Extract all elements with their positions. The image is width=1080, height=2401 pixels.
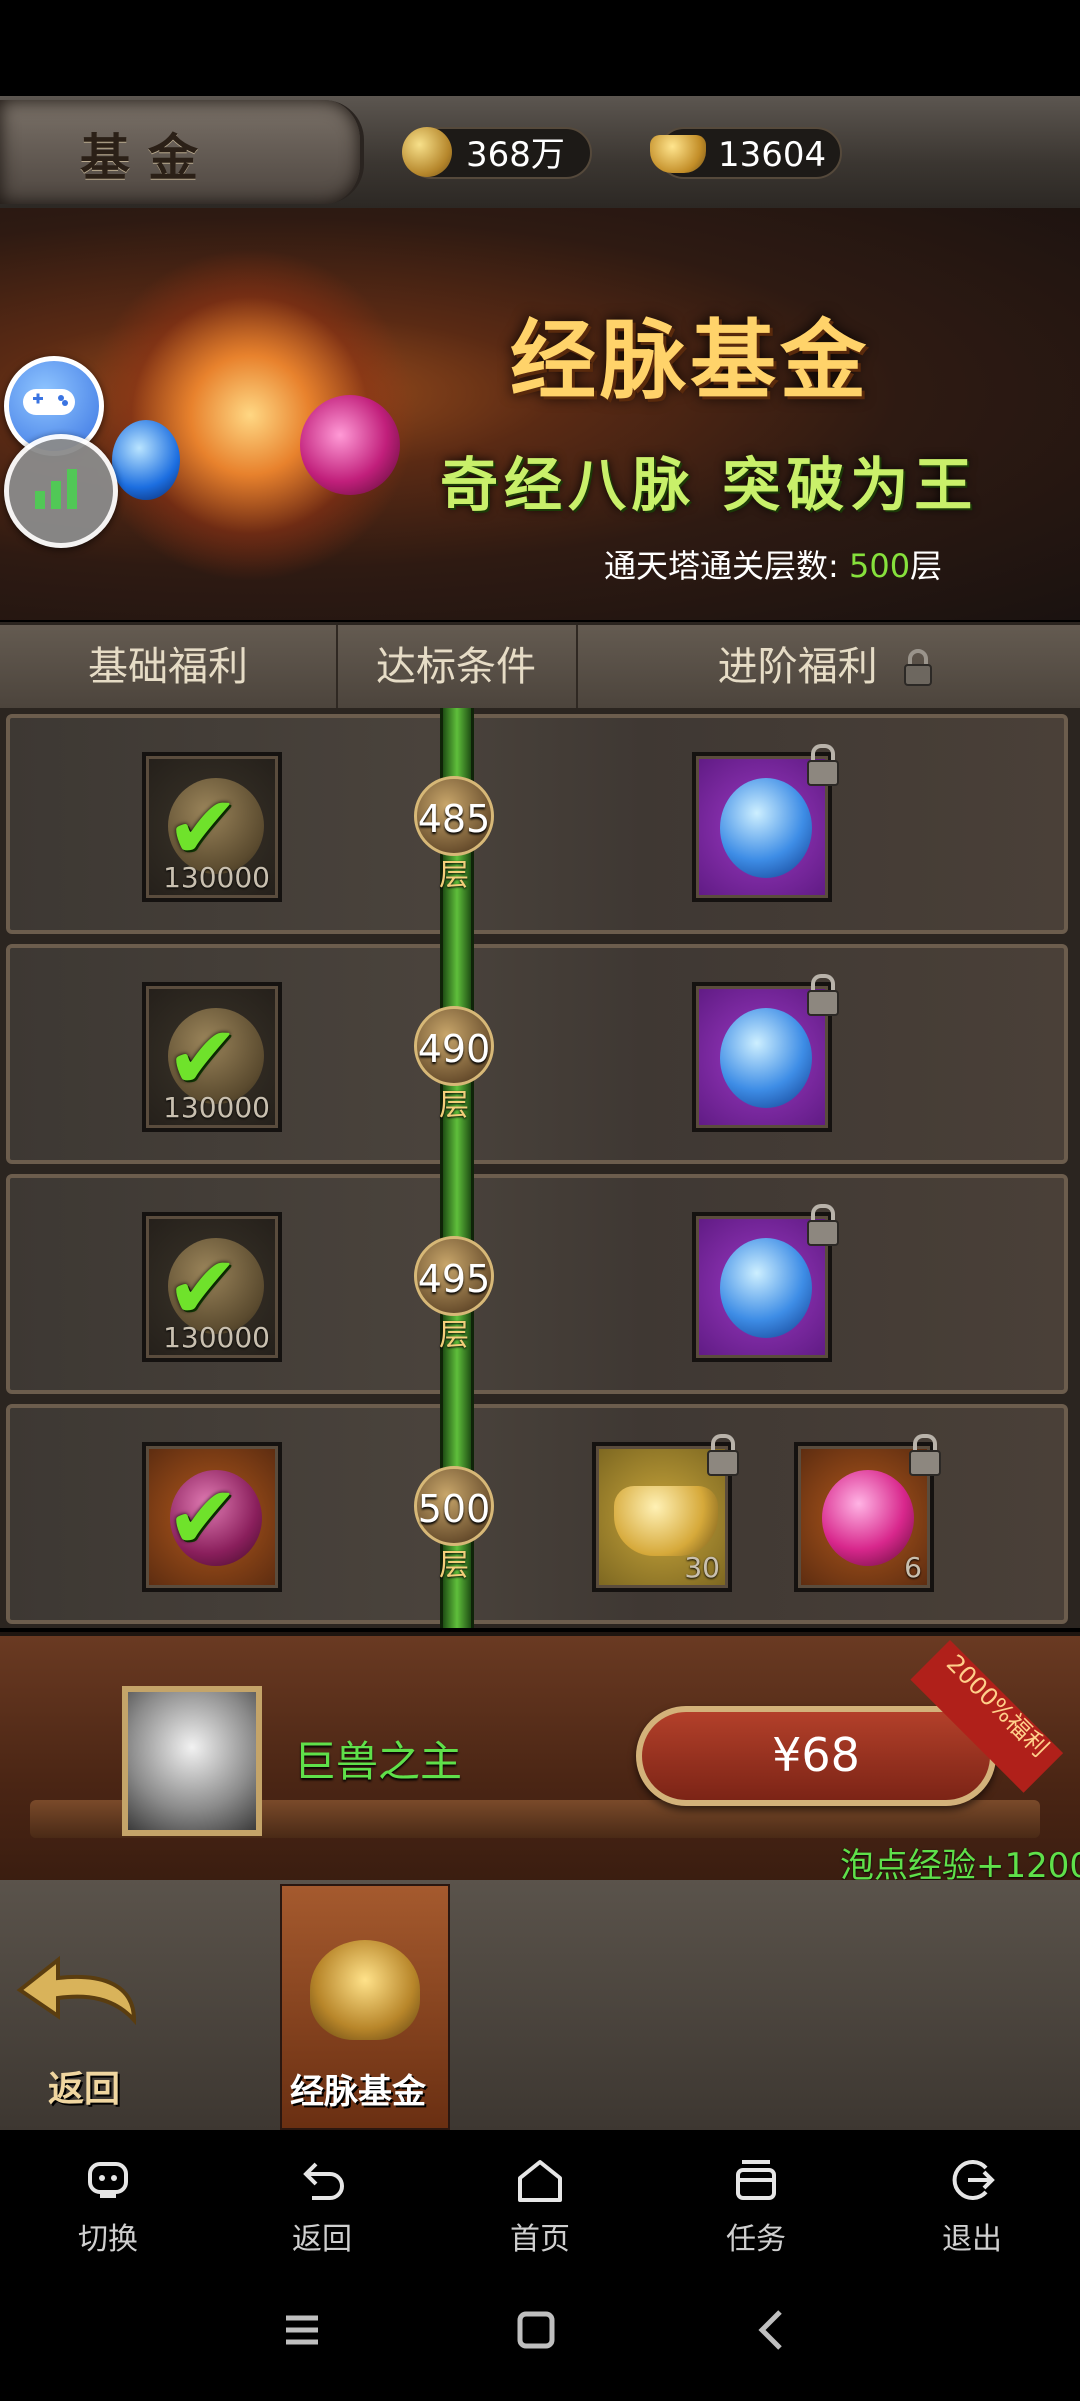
column-advanced: 进阶福利 [576, 625, 1080, 709]
network-float-button[interactable] [4, 434, 118, 548]
gold-ingot-icon [614, 1486, 718, 1556]
lock-icon [804, 1204, 839, 1246]
page-title: 基金 [80, 128, 216, 187]
system-back-button[interactable] [732, 2300, 812, 2360]
home-icon [460, 2150, 620, 2210]
level-number: 495 [414, 1236, 494, 1316]
back-arrow-icon [16, 1955, 137, 2026]
reward-quantity: 130000 [163, 1321, 270, 1354]
undo-icon [242, 2150, 402, 2210]
nav-switch[interactable]: 切换 [28, 2150, 188, 2258]
blue-orb-icon [720, 778, 812, 878]
basic-reward-slot[interactable]: ✔ 130000 [142, 982, 282, 1132]
gold-counter[interactable]: 368万 [402, 127, 592, 179]
level-unit: 层 [439, 858, 469, 893]
exit-icon [892, 2150, 1052, 2210]
banner-heading: 经脉基金 [510, 310, 870, 411]
blue-orb-icon [720, 1238, 812, 1338]
switch-icon [28, 2150, 188, 2210]
tower-label: 通天塔通关层数: [604, 547, 839, 585]
column-condition: 达标条件 [336, 625, 578, 709]
claimed-check-icon: ✔ [166, 1466, 240, 1569]
lock-icon [804, 744, 839, 786]
gamepad-icon [23, 389, 75, 415]
lock-icon [904, 649, 933, 686]
buy-button[interactable]: ¥68 [636, 1706, 996, 1806]
advanced-reward-slot[interactable]: 30 [592, 1434, 739, 1592]
reward-quantity: 6 [904, 1551, 922, 1584]
nav-home-label: 首页 [510, 2222, 570, 2257]
gold-amount: 368万 [466, 135, 565, 175]
basic-reward-slot[interactable]: ✔ [142, 1442, 282, 1592]
recent-apps-button[interactable] [262, 2300, 342, 2360]
advanced-reward-slot[interactable] [692, 974, 839, 1132]
level-number: 485 [414, 776, 494, 856]
system-home-button[interactable] [496, 2300, 576, 2360]
level-unit: 层 [439, 1088, 469, 1123]
level-marker: 495 层 [414, 1236, 494, 1354]
claimed-check-icon: ✔ [166, 1236, 240, 1339]
lock-icon [906, 1434, 941, 1476]
level-number: 490 [414, 1006, 494, 1086]
blue-orb-icon [720, 1008, 812, 1108]
basic-reward-slot[interactable]: ✔ 130000 [142, 752, 282, 902]
blue-orb-art [112, 420, 180, 500]
nav-home[interactable]: 首页 [460, 2150, 620, 2258]
advanced-reward-slot[interactable] [692, 1204, 839, 1362]
task-icon [676, 2150, 836, 2210]
banner-slogan: 奇经八脉 突破为王 [440, 451, 979, 519]
level-number: 500 [414, 1466, 494, 1546]
level-unit: 层 [439, 1548, 469, 1583]
reward-quantity: 130000 [163, 861, 270, 894]
column-headers: 基础福利 达标条件 进阶福利 [0, 622, 1080, 712]
column-basic: 基础福利 [0, 625, 338, 709]
advanced-reward-slot[interactable] [692, 744, 839, 902]
basic-reward-slot[interactable]: ✔ 130000 [142, 1212, 282, 1362]
lock-icon [704, 1434, 739, 1476]
ingot-icon [650, 135, 706, 173]
boss-portrait[interactable] [122, 1686, 262, 1836]
nav-back-label: 返回 [292, 2222, 352, 2257]
ingot-amount: 13604 [718, 135, 827, 175]
square-icon [517, 2311, 555, 2349]
level-marker: 490 层 [414, 1006, 494, 1124]
pink-orb-art [300, 395, 400, 495]
level-unit: 层 [439, 1318, 469, 1353]
tower-progress: 通天塔通关层数: 500层 [604, 541, 942, 587]
signal-bars-icon [35, 469, 77, 509]
chevron-left-icon [758, 2310, 782, 2350]
level-marker: 500 层 [414, 1466, 494, 1584]
ingot-counter[interactable]: 13604 [650, 127, 842, 179]
game-back-label: 返回 [48, 2068, 121, 2110]
boss-name: 巨兽之主 [294, 1737, 463, 1786]
nav-switch-label: 切换 [78, 2222, 138, 2257]
nav-tasks-label: 任务 [726, 2222, 786, 2257]
reward-quantity: 130000 [163, 1091, 270, 1124]
gold-coin-icon [402, 127, 452, 177]
lock-icon [804, 974, 839, 1016]
column-advanced-label: 进阶福利 [717, 644, 878, 690]
menu-icon [286, 2315, 318, 2345]
advanced-reward-slot[interactable]: 6 [794, 1434, 941, 1592]
nav-exit[interactable]: 退出 [892, 2150, 1052, 2258]
lotus-emblem-icon [310, 1940, 420, 2040]
level-marker: 485 层 [414, 776, 494, 894]
tower-unit: 层 [910, 547, 943, 585]
claimed-check-icon: ✔ [166, 776, 240, 879]
tab-meridian-fund-label: 经脉基金 [290, 2072, 426, 2112]
nav-back[interactable]: 返回 [242, 2150, 402, 2258]
reward-quantity: 30 [684, 1551, 720, 1584]
nav-exit-label: 退出 [942, 2222, 1002, 2257]
nav-tasks[interactable]: 任务 [676, 2150, 836, 2258]
pink-orb-icon [822, 1470, 914, 1566]
claimed-check-icon: ✔ [166, 1006, 240, 1109]
tower-value: 500 [848, 547, 911, 585]
